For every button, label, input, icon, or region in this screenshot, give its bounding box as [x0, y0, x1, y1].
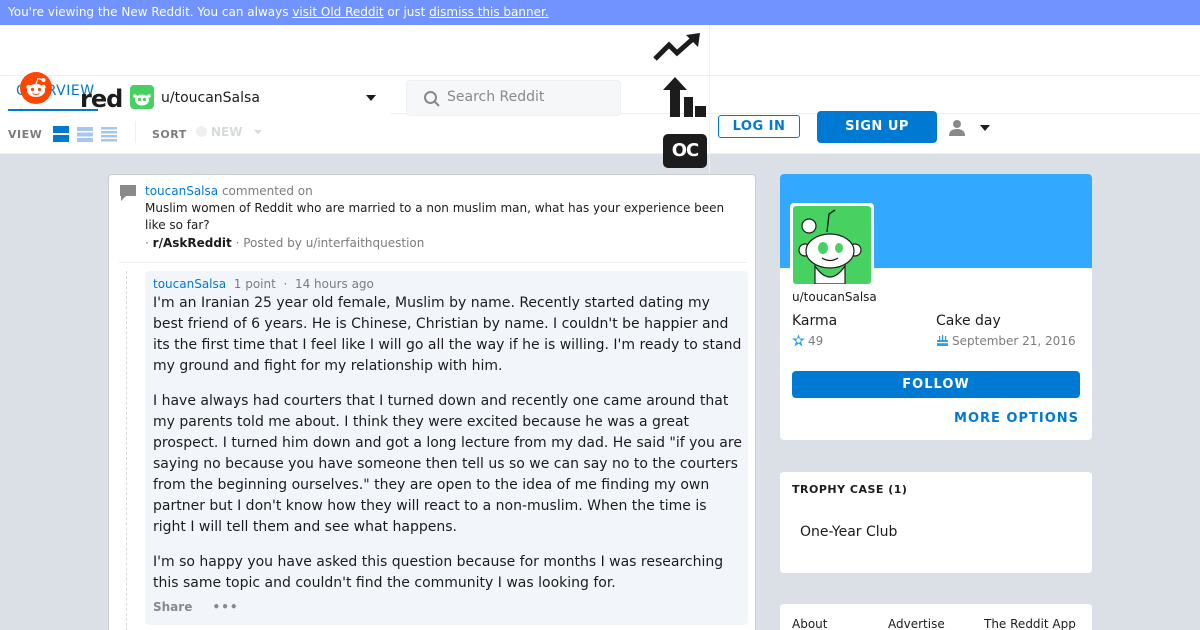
karma-value: 49: [792, 334, 823, 348]
sort-label: SORT: [152, 128, 187, 141]
oc-badge: OC: [663, 134, 707, 168]
cake-day-date: September 21, 2016: [952, 334, 1076, 348]
commented-on-text: commented on: [221, 184, 313, 198]
comment-card: toucanSalsa commented on Muslim women of…: [108, 174, 756, 630]
comment-paragraph: I'm an Iranian 25 year old female, Musli…: [153, 295, 742, 374]
search-icon: [424, 91, 440, 107]
new-reddit-banner: You're viewing the New Reddit. You can a…: [0, 0, 1200, 25]
compact-view-icon[interactable]: [101, 126, 117, 142]
sort-value-label: NEW: [211, 125, 243, 139]
subreddit-link[interactable]: r/AskReddit: [153, 236, 232, 250]
karma-label: Karma: [792, 313, 838, 329]
banner-text-middle: or just: [383, 5, 430, 19]
share-button[interactable]: Share: [153, 600, 192, 614]
trophy-case-card: TROPHY CASE (1) One-Year Club: [780, 472, 1092, 573]
cake-day-label: Cake day: [936, 313, 1001, 329]
chevron-down-icon: [254, 130, 263, 134]
toolbar-separator: [135, 121, 136, 143]
search-bar[interactable]: [406, 80, 621, 116]
footer-advertise-link[interactable]: Advertise: [888, 617, 945, 630]
comment-paragraph: I have always had courters that I turned…: [153, 393, 742, 535]
comment-icon: [120, 185, 136, 201]
login-button[interactable]: LOG IN: [718, 115, 800, 138]
more-options-icon[interactable]: •••: [213, 600, 239, 614]
comment-paragraph: I'm so happy you have asked this questio…: [153, 554, 724, 591]
banner-text: You're viewing the New Reddit. You can a…: [8, 5, 293, 19]
posted-by[interactable]: · Posted by u/interfaithquestion: [236, 236, 425, 250]
chevron-down-icon: [366, 95, 376, 101]
reddit-logo-icon[interactable]: [20, 72, 52, 104]
comment-points: 1 point: [233, 277, 276, 291]
karma-icon: [792, 334, 805, 347]
comment-meta: toucanSalsa 1 point · 14 hours ago: [153, 277, 374, 291]
cake-day-value: September 21, 2016: [936, 334, 1076, 348]
visit-old-reddit-link[interactable]: visit Old Reddit: [292, 5, 383, 19]
trending-up-icon[interactable]: [652, 32, 702, 64]
signup-button[interactable]: SIGN UP: [817, 111, 937, 143]
card-divider: [119, 262, 747, 263]
user-icon: [949, 120, 965, 136]
post-meta: · r/AskReddit · Posted by u/interfaithqu…: [145, 236, 424, 250]
sort-dropdown[interactable]: NEW: [196, 125, 263, 139]
post-title-link[interactable]: Muslim women of Reddit who are married t…: [145, 200, 741, 234]
thread-line[interactable]: [126, 271, 127, 630]
follow-button[interactable]: FOLLOW: [792, 371, 1080, 398]
user-avatar-icon: [130, 85, 154, 109]
user-dropdown[interactable]: u/toucanSalsa: [124, 81, 390, 115]
reddit-wordmark[interactable]: reddit: [80, 85, 122, 113]
trophy-item[interactable]: One-Year Club: [800, 524, 897, 540]
user-dropdown-label: u/toucanSalsa: [161, 90, 260, 106]
footer-links-card: About Advertise The Reddit App: [780, 604, 1092, 630]
comment: toucanSalsa 1 point · 14 hours ago I'm a…: [145, 271, 748, 625]
user-menu-dropdown[interactable]: [946, 117, 992, 139]
header-vertical-divider: [709, 25, 710, 177]
meta-dot: ·: [283, 277, 288, 291]
trophy-case-title: TROPHY CASE (1): [792, 483, 908, 496]
dismiss-banner-link[interactable]: dismiss this banner.: [429, 5, 548, 19]
comment-actions: Share •••: [153, 600, 239, 614]
cake-icon: [937, 335, 948, 346]
comment-body: I'm an Iranian 25 year old female, Musli…: [153, 293, 743, 608]
karma-number: 49: [808, 334, 824, 348]
card-view-icon[interactable]: [53, 126, 69, 142]
meta-bullet: ·: [145, 236, 149, 250]
profile-card: u/toucanSalsa Karma 49 Cake day Septembe…: [780, 174, 1092, 440]
chevron-down-icon: [980, 125, 990, 131]
comment-time[interactable]: 14 hours ago: [295, 277, 374, 291]
profile-username: u/toucanSalsa: [792, 290, 877, 304]
classic-view-icon[interactable]: [77, 126, 93, 142]
search-input[interactable]: [447, 89, 607, 105]
profile-avatar[interactable]: [790, 203, 874, 287]
view-label: VIEW: [8, 128, 43, 141]
comment-author-link[interactable]: toucanSalsa: [153, 277, 226, 291]
comment-context: toucanSalsa commented on: [145, 184, 313, 198]
header: OVERVIEW reddit u/toucanSalsa: [0, 25, 1200, 177]
footer-about-link[interactable]: About: [792, 617, 827, 630]
header-divider: [0, 75, 1200, 76]
sort-icon: [196, 126, 207, 137]
more-options-button[interactable]: MORE OPTIONS: [954, 411, 1079, 426]
snoo-avatar-icon: [798, 209, 862, 284]
footer-app-link[interactable]: The Reddit App: [984, 617, 1076, 630]
top-posts-icon[interactable]: [662, 75, 708, 119]
commenter-link[interactable]: toucanSalsa: [145, 184, 218, 198]
